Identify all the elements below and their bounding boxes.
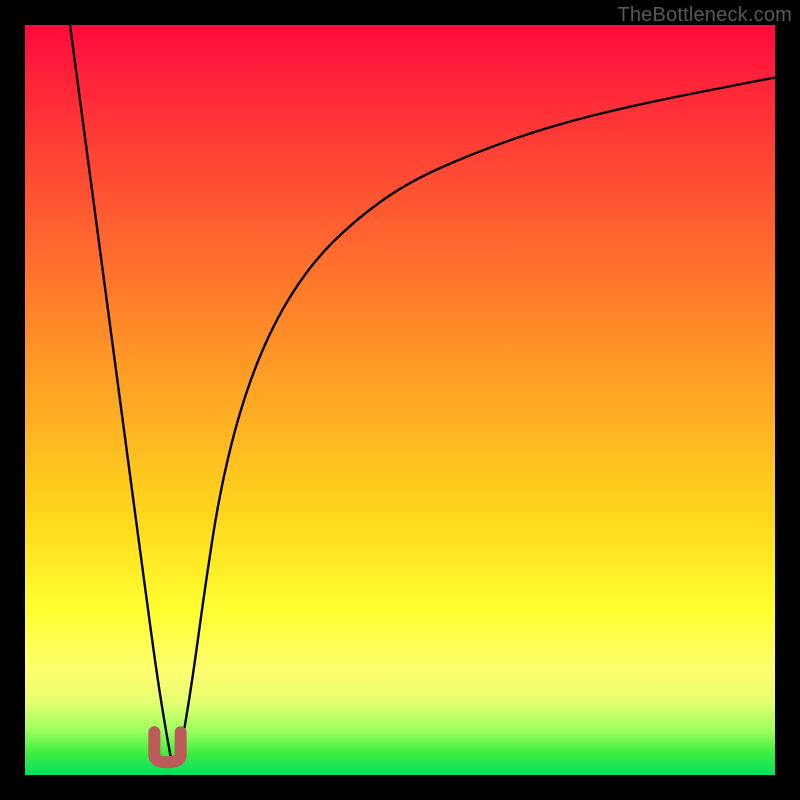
curve-left-branch bbox=[70, 25, 171, 760]
chart-container: TheBottleneck.com bbox=[0, 0, 800, 800]
watermark-text: TheBottleneck.com bbox=[617, 4, 792, 27]
curve-right-branch bbox=[179, 78, 775, 761]
plot-area bbox=[25, 25, 775, 775]
chart-svg bbox=[25, 25, 775, 775]
